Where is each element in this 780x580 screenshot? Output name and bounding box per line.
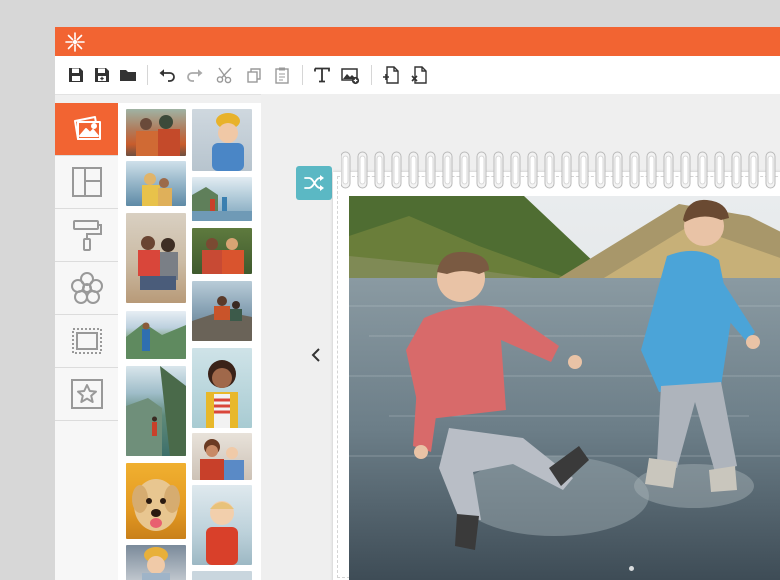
save-button[interactable] bbox=[65, 64, 87, 86]
scissors-icon bbox=[216, 67, 232, 84]
text-T-icon bbox=[314, 67, 330, 83]
thumbnail-image bbox=[206, 501, 238, 565]
photo-thumbnail[interactable] bbox=[192, 228, 252, 274]
photo-thumbnail[interactable] bbox=[192, 348, 252, 428]
clipboard-icon bbox=[275, 67, 289, 84]
photo-thumbnail[interactable] bbox=[126, 109, 186, 156]
thumbnail-image bbox=[132, 479, 180, 531]
sidebar-item-frames[interactable] bbox=[55, 315, 118, 368]
main-photo[interactable] bbox=[349, 196, 780, 580]
photo-book-editor bbox=[55, 27, 780, 580]
thumbnail-image bbox=[138, 236, 178, 290]
photo-thumbnail[interactable] bbox=[126, 545, 186, 580]
tool-sidebar bbox=[55, 103, 119, 580]
title-bar bbox=[55, 27, 780, 56]
photo-thumbnail[interactable] bbox=[192, 571, 252, 580]
shuffle-icon bbox=[304, 175, 324, 191]
copy-icon bbox=[247, 68, 261, 83]
add-image-button[interactable] bbox=[339, 64, 361, 86]
photo-thumbnail[interactable] bbox=[192, 485, 252, 565]
spiral-binding bbox=[341, 151, 776, 189]
water-sparkle bbox=[629, 566, 634, 571]
photo-thumbnail[interactable] bbox=[126, 311, 186, 359]
photo-thumbnail[interactable] bbox=[192, 281, 252, 341]
thumbnail-image bbox=[142, 547, 170, 580]
floppy-disk-plus-icon bbox=[95, 68, 109, 82]
thumbnail-image bbox=[136, 115, 180, 156]
photo-thumbnail[interactable] bbox=[126, 366, 186, 456]
photo-library bbox=[118, 103, 261, 580]
sidebar-item-stickers[interactable] bbox=[55, 368, 118, 421]
stamp-frame-icon bbox=[71, 328, 102, 354]
sidebar-item-embellishments[interactable] bbox=[55, 262, 118, 315]
previous-page-button[interactable] bbox=[308, 344, 324, 366]
thumbnail-image bbox=[212, 113, 244, 171]
main-photo-image bbox=[349, 196, 780, 580]
photo-thumbnail[interactable] bbox=[126, 463, 186, 539]
thumbnail-image bbox=[192, 187, 252, 221]
thumbnail-image bbox=[192, 296, 252, 341]
thumbnail-image bbox=[202, 238, 244, 274]
photo-thumbnail[interactable] bbox=[126, 213, 186, 303]
star-frame-icon bbox=[70, 379, 103, 409]
toolbar-separator bbox=[147, 65, 148, 85]
paint-roller-icon bbox=[72, 220, 102, 251]
add-page-button[interactable] bbox=[381, 64, 403, 86]
sidebar-item-backgrounds[interactable] bbox=[55, 209, 118, 262]
undo-arrow-icon bbox=[159, 69, 175, 82]
thumbnail-image bbox=[206, 360, 238, 428]
toolbar bbox=[55, 56, 780, 95]
add-text-button[interactable] bbox=[311, 64, 333, 86]
photos-stack-icon bbox=[73, 116, 101, 140]
open-folder-button[interactable] bbox=[117, 64, 139, 86]
delete-page-button[interactable] bbox=[409, 64, 431, 86]
photo-thumbnail[interactable] bbox=[192, 109, 252, 171]
sparkle-logo-icon[interactable] bbox=[64, 31, 86, 53]
sidebar-item-photos[interactable] bbox=[55, 103, 118, 156]
page-x-icon bbox=[411, 66, 427, 84]
paste-button[interactable] bbox=[271, 64, 293, 86]
flower-icon bbox=[70, 272, 103, 304]
thumbnail-image bbox=[142, 173, 172, 206]
chevron-left-icon bbox=[311, 348, 320, 362]
undo-button[interactable] bbox=[156, 64, 178, 86]
photo-thumbnail[interactable] bbox=[192, 433, 252, 480]
thumbnail-image bbox=[126, 366, 186, 456]
toolbar-separator bbox=[371, 65, 372, 85]
photobook-page[interactable] bbox=[333, 151, 780, 580]
redo-button[interactable] bbox=[184, 64, 206, 86]
photo-thumbnail[interactable] bbox=[126, 161, 186, 206]
cut-button[interactable] bbox=[214, 64, 236, 86]
photo-thumbnail[interactable] bbox=[192, 177, 252, 221]
page-plus-icon bbox=[383, 66, 399, 84]
copy-button[interactable] bbox=[243, 64, 265, 86]
image-plus-icon bbox=[341, 68, 360, 85]
redo-arrow-icon bbox=[187, 69, 203, 82]
canvas-area bbox=[261, 94, 780, 580]
shuffle-button[interactable] bbox=[296, 166, 332, 200]
floppy-disk-icon bbox=[69, 68, 83, 82]
thumbnail-image bbox=[200, 439, 244, 480]
toolbar-separator bbox=[302, 65, 303, 85]
folder-icon bbox=[120, 70, 136, 81]
save-as-button[interactable] bbox=[91, 64, 113, 86]
sidebar-item-layouts[interactable] bbox=[55, 156, 118, 209]
thumbnail-image bbox=[126, 322, 186, 359]
layout-grid-icon bbox=[71, 167, 102, 197]
